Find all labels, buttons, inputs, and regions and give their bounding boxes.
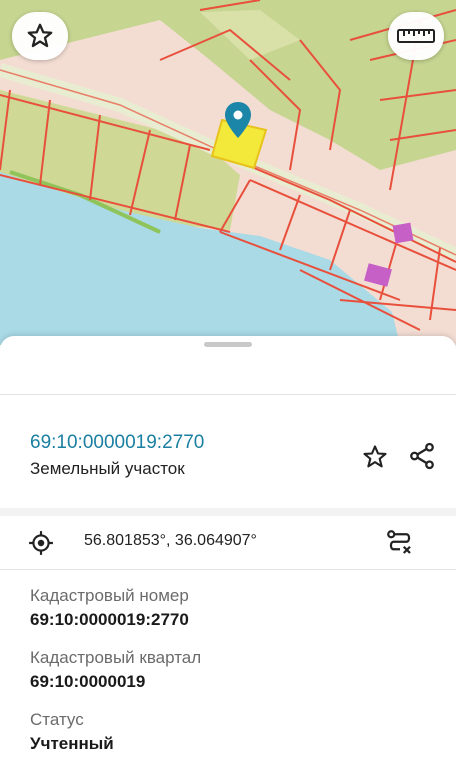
route-button[interactable]: [382, 526, 418, 560]
favorite-map-button[interactable]: [12, 12, 68, 60]
share-button[interactable]: [404, 438, 440, 474]
divider: [0, 569, 456, 570]
ruler-button[interactable]: [388, 12, 444, 60]
locate-button[interactable]: [26, 528, 56, 558]
star-outline-icon: [27, 23, 53, 48]
building: [392, 222, 414, 244]
info-sheet[interactable]: 69:10:0000019:2770 Земельный участок 56.…: [0, 336, 456, 767]
detail-label: Кадастровый квартал: [30, 648, 202, 667]
divider: [0, 394, 456, 395]
detail-value[interactable]: 69:10:0000019:2770: [30, 610, 189, 630]
crosshair-icon: [29, 531, 53, 555]
favorite-button[interactable]: [358, 440, 392, 474]
sheet-drag-handle[interactable]: [204, 342, 252, 347]
divider: [0, 508, 456, 516]
share-icon: [410, 442, 434, 470]
detail-value[interactable]: 69:10:0000019: [30, 672, 145, 692]
ruler-icon: [397, 29, 435, 43]
cadastral-map[interactable]: [0, 0, 456, 345]
star-outline-icon: [363, 445, 387, 468]
route-icon: [387, 530, 411, 554]
map-view[interactable]: [0, 0, 456, 345]
detail-value: Учтенный: [30, 734, 114, 753]
cadastral-number-link[interactable]: 69:10:0000019:2770: [30, 432, 204, 454]
coordinates-text[interactable]: 56.801853°, 36.064907°: [84, 532, 257, 550]
detail-label: Кадастровый номер: [30, 586, 189, 605]
object-type-label: Земельный участок: [30, 459, 185, 478]
detail-label: Статус: [30, 710, 84, 729]
